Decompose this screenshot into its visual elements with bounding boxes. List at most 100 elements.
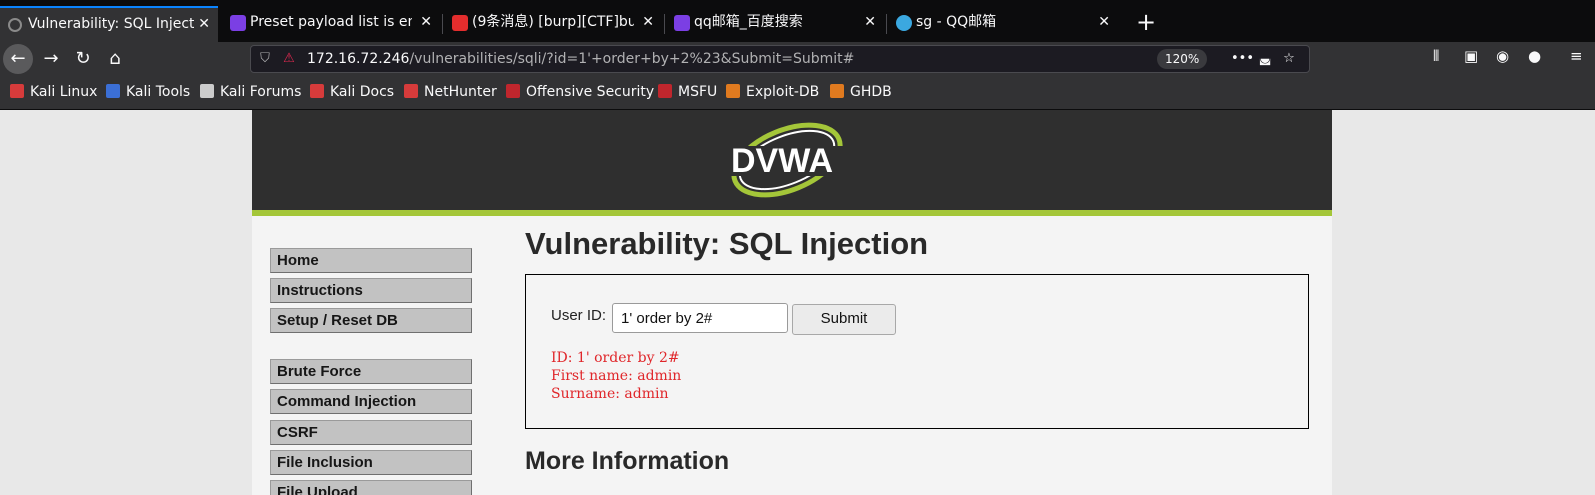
menu-item-setup-reset-db[interactable]: Setup / Reset DB bbox=[270, 308, 472, 333]
url-host: 172.16.72.246 bbox=[307, 51, 410, 67]
vulnerable-code-area: User ID: Submit ID: 1' order by 2# First … bbox=[525, 274, 1309, 429]
submit-button[interactable]: Submit bbox=[792, 304, 896, 335]
dvwa-favicon bbox=[8, 18, 22, 32]
tab-strip: Vulnerability: SQL Injection ✕ Preset pa… bbox=[0, 0, 1595, 42]
menu-item-home[interactable]: Home bbox=[270, 248, 472, 273]
menu-item-brute-force[interactable]: Brute Force bbox=[270, 359, 472, 384]
bookmark-label: Kali Linux bbox=[30, 84, 98, 100]
bookmarks-toolbar: Kali Linux Kali Tools Kali Forums Kali D… bbox=[0, 76, 1595, 110]
back-button[interactable]: ← bbox=[3, 44, 33, 74]
user-id-label: User ID: bbox=[551, 307, 607, 324]
url-path: /vulnerabilities/sqli/?id=1'+order+by+2%… bbox=[409, 51, 855, 67]
star-icon[interactable]: ☆ bbox=[1281, 51, 1297, 67]
bookmark-label: Kali Tools bbox=[126, 84, 191, 100]
bookmark-exploit-db[interactable]: Exploit-DB bbox=[726, 76, 819, 108]
tab-separator bbox=[886, 14, 887, 34]
page-viewport: DVWA Home Instructions Setup / Reset DB … bbox=[0, 110, 1595, 495]
ghdb-icon bbox=[830, 84, 844, 98]
baidu-paw-icon bbox=[230, 15, 246, 31]
library-icon[interactable]: ⫴ bbox=[1433, 47, 1439, 65]
bookmark-label: Offensive Security bbox=[526, 84, 655, 100]
extension-icon[interactable]: ● bbox=[1528, 47, 1541, 65]
close-icon[interactable]: ✕ bbox=[642, 6, 654, 38]
bookmark-label: Kali Forums bbox=[220, 84, 302, 100]
dvwa-logo: DVWA bbox=[721, 122, 843, 198]
reload-button[interactable]: ↻ bbox=[68, 44, 98, 74]
forward-button[interactable]: → bbox=[36, 44, 66, 74]
menu-item-file-upload[interactable]: File Upload bbox=[270, 480, 472, 495]
tab-csdn[interactable]: (9条消息) [burp][CTF]burp ✕ bbox=[444, 6, 662, 42]
menu-item-csrf[interactable]: CSRF bbox=[270, 420, 472, 445]
bookmark-ghdb[interactable]: GHDB bbox=[830, 76, 892, 108]
new-tab-button[interactable]: + bbox=[1128, 4, 1164, 40]
result-first-name-line: First name: admin bbox=[551, 368, 682, 384]
tab-label: qq邮箱_百度搜索 bbox=[694, 14, 803, 30]
bookmark-kali-forums[interactable]: Kali Forums bbox=[200, 76, 301, 108]
kali-dragon-icon bbox=[10, 84, 24, 98]
url-text[interactable]: 172.16.72.246/vulnerabilities/sqli/?id=1… bbox=[307, 46, 854, 72]
page-scrollbar[interactable] bbox=[1584, 110, 1595, 495]
tab-separator bbox=[664, 14, 665, 34]
close-icon[interactable]: ✕ bbox=[1098, 6, 1110, 38]
kali-tools-icon bbox=[106, 84, 120, 98]
qq-mail-icon bbox=[896, 15, 912, 31]
page-title: Vulnerability: SQL Injection bbox=[525, 226, 929, 261]
bookmark-label: Exploit-DB bbox=[746, 84, 820, 100]
exploit-db-icon bbox=[726, 84, 740, 98]
tab-label: sg - QQ邮箱 bbox=[916, 14, 997, 30]
query-result: ID: 1' order by 2# First name: admin Surna… bbox=[551, 349, 681, 403]
more-information-heading: More Information bbox=[525, 447, 730, 475]
tab-label: Preset payload list is empty bbox=[250, 14, 412, 30]
menu-icon[interactable]: ≡ bbox=[1570, 47, 1583, 65]
navigation-toolbar: ← → ↻ ⌂ ⛉ ⚠ 172.16.72.246/vulnerabilitie… bbox=[0, 42, 1595, 76]
bookmark-label: MSFU bbox=[678, 84, 718, 100]
bookmark-offensive-security[interactable]: Offensive Security bbox=[506, 76, 654, 108]
user-id-input[interactable] bbox=[612, 303, 788, 333]
tab-sqli[interactable]: Vulnerability: SQL Injection ✕ bbox=[0, 6, 218, 42]
kali-forums-icon bbox=[200, 84, 214, 98]
bookmark-kali-tools[interactable]: Kali Tools bbox=[106, 76, 190, 108]
svg-text:DVWA: DVWA bbox=[731, 142, 833, 180]
bookmark-kali-linux[interactable]: Kali Linux bbox=[10, 76, 97, 108]
menu-item-instructions[interactable]: Instructions bbox=[270, 278, 472, 303]
tab-qq-mail[interactable]: sg - QQ邮箱 ✕ bbox=[888, 6, 1118, 42]
bookmark-label: Kali Docs bbox=[330, 84, 395, 100]
insecure-lock-icon[interactable]: ⚠ bbox=[281, 51, 297, 67]
pocket-icon[interactable]: ◛ bbox=[1257, 51, 1273, 67]
close-icon[interactable]: ✕ bbox=[864, 6, 876, 38]
baidu-paw-icon bbox=[674, 15, 690, 31]
menu-item-file-inclusion[interactable]: File Inclusion bbox=[270, 450, 472, 475]
menu-item-command-injection[interactable]: Command Injection bbox=[270, 389, 472, 414]
bookmark-label: NetHunter bbox=[424, 84, 497, 100]
csdn-icon bbox=[452, 15, 468, 31]
home-button[interactable]: ⌂ bbox=[100, 44, 130, 74]
bookmark-kali-docs[interactable]: Kali Docs bbox=[310, 76, 394, 108]
tab-baidu-search[interactable]: qq邮箱_百度搜索 ✕ bbox=[666, 6, 884, 42]
account-icon[interactable]: ◉ bbox=[1496, 47, 1509, 65]
bookmark-msfu[interactable]: MSFU bbox=[658, 76, 717, 108]
tab-preset-payload[interactable]: Preset payload list is empty ✕ bbox=[222, 6, 440, 42]
close-icon[interactable]: ✕ bbox=[420, 6, 432, 38]
tab-label: Vulnerability: SQL Injection bbox=[28, 16, 194, 32]
address-bar[interactable]: ⛉ ⚠ 172.16.72.246/vulnerabilities/sqli/?… bbox=[250, 45, 1310, 73]
bookmark-nethunter[interactable]: NetHunter bbox=[404, 76, 497, 108]
sidebar-icon[interactable]: ▣ bbox=[1464, 47, 1478, 65]
offsec-icon bbox=[506, 84, 520, 98]
shield-icon[interactable]: ⛉ bbox=[257, 51, 273, 67]
arrow-right-icon: → bbox=[43, 48, 59, 69]
result-surname-line: Surname: admin bbox=[551, 386, 669, 402]
bookmark-label: GHDB bbox=[850, 84, 892, 100]
dvwa-container: DVWA Home Instructions Setup / Reset DB … bbox=[252, 110, 1332, 495]
result-id-line: ID: 1' order by 2# bbox=[551, 350, 680, 366]
tab-label: (9条消息) [burp][CTF]burp bbox=[472, 14, 634, 30]
arrow-left-icon: ← bbox=[10, 48, 26, 69]
nethunter-icon bbox=[404, 84, 418, 98]
tab-separator bbox=[442, 14, 443, 34]
close-icon[interactable]: ✕ bbox=[198, 8, 210, 40]
zoom-indicator[interactable]: 120% bbox=[1157, 49, 1208, 69]
more-actions-icon[interactable]: ••• bbox=[1231, 51, 1254, 67]
reload-icon: ↻ bbox=[75, 48, 91, 69]
kali-docs-icon bbox=[310, 84, 324, 98]
dvwa-header: DVWA bbox=[252, 110, 1332, 216]
home-icon: ⌂ bbox=[109, 48, 121, 69]
